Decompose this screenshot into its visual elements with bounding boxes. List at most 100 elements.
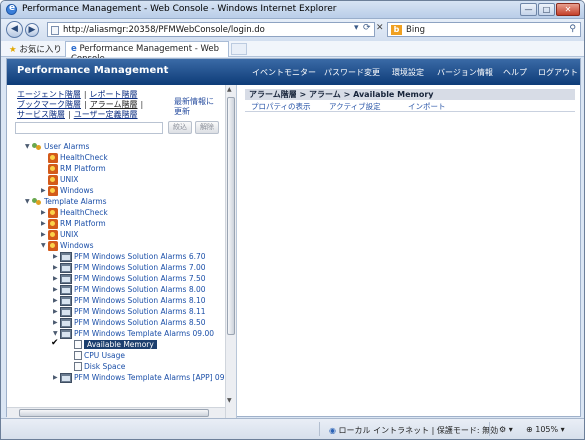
hscroll-thumb[interactable] <box>19 409 209 417</box>
search-input[interactable]: b Bing ⚲ <box>387 22 581 37</box>
expand-arrow-icon[interactable]: ▶ <box>53 273 60 284</box>
tree-node[interactable]: Available Memory <box>65 339 157 350</box>
tree-node[interactable]: HealthCheck <box>41 152 108 163</box>
search-value: Bing <box>406 25 425 35</box>
link-alarm-hierarchy[interactable]: アラーム階層 <box>90 100 138 109</box>
horizontal-scrollbar[interactable] <box>7 407 225 418</box>
tree-node[interactable]: ▶ PFM Windows Solution Alarms 8.00 <box>53 284 206 295</box>
close-button[interactable]: ✕ <box>556 3 580 16</box>
favorites-label: お気に入り <box>19 45 62 55</box>
dropdown-icon[interactable]: ▾ <box>354 23 359 33</box>
app-header: Performance Management イベントモニター パスワード変更 … <box>7 59 580 85</box>
menu-settings[interactable]: 環境設定 <box>392 67 424 78</box>
collapse-arrow-icon[interactable]: ▼ <box>25 141 32 152</box>
tree-node-label: PFM Windows Solution Alarms 8.10 <box>74 296 206 305</box>
new-tab-button[interactable] <box>231 43 247 55</box>
tree-node[interactable]: ▼ Windows <box>41 240 93 251</box>
collapse-arrow-icon[interactable]: ▼ <box>25 196 32 207</box>
tab-active-settings[interactable]: アクティブ設定 <box>329 101 381 112</box>
link-user-defined-hierarchy[interactable]: ユーザー定義階層 <box>74 110 138 119</box>
stop-icon[interactable]: ✕ <box>376 23 384 33</box>
link-agent-hierarchy[interactable]: エージェント階層 <box>17 90 81 99</box>
expand-arrow-icon[interactable]: ▶ <box>41 185 48 196</box>
expand-arrow-icon[interactable]: ▶ <box>53 284 60 295</box>
protected-mode-icon[interactable]: ⚙ ▾ <box>499 425 513 434</box>
collapse-arrow-icon[interactable]: ▼ <box>41 240 48 251</box>
tree-node-label: RM Platform <box>60 164 106 173</box>
expand-arrow-icon[interactable]: ▶ <box>53 317 60 328</box>
alarm-bell-icon <box>48 208 58 218</box>
tree-node[interactable]: ▼ User Alarms <box>25 141 89 152</box>
zone-text: ◉ ローカル イントラネット | 保護モード: 無効 <box>329 425 498 436</box>
search-icon[interactable]: ⚲ <box>569 24 576 34</box>
expand-arrow-icon[interactable]: ▶ <box>53 372 60 383</box>
tree-node[interactable]: UNIX <box>41 174 78 185</box>
maximize-button[interactable]: □ <box>538 3 555 16</box>
tab-import[interactable]: インポート <box>408 101 446 112</box>
web-page: Performance Management イベントモニター パスワード変更 … <box>6 58 581 418</box>
tree-node-label: PFM Windows Solution Alarms 8.50 <box>74 318 206 327</box>
tab-show-properties[interactable]: プロパティの表示 <box>251 101 311 112</box>
tab-ie-icon: e <box>71 44 77 54</box>
tree-node[interactable]: ▶ RM Platform <box>41 218 106 229</box>
browser-window: Performance Management - Web Console - W… <box>0 0 585 440</box>
tree-node-label: UNIX <box>60 230 79 239</box>
tree-node[interactable]: ▶ Windows <box>41 185 93 196</box>
filter-input[interactable] <box>15 122 163 134</box>
zoom-control[interactable]: ⊕ 105% ▾ <box>526 425 565 434</box>
clear-button[interactable]: 解除 <box>195 121 219 134</box>
minimize-button[interactable]: — <box>520 3 537 16</box>
tree-node-label: RM Platform <box>60 219 106 228</box>
expand-arrow-icon[interactable]: ▶ <box>53 262 60 273</box>
browser-tab[interactable]: e Performance Management - Web Console <box>65 41 229 64</box>
scroll-thumb[interactable] <box>227 97 235 335</box>
favorites-button[interactable]: ★ お気に入り <box>9 43 62 55</box>
tree-node[interactable]: RM Platform <box>41 163 106 174</box>
tree-node-label: PFM Windows Solution Alarms 8.00 <box>74 285 206 294</box>
link-service-hierarchy[interactable]: サービス階層 <box>17 110 65 119</box>
tree-node[interactable]: ▶ PFM Windows Solution Alarms 7.50 <box>53 273 206 284</box>
expand-arrow-icon[interactable]: ▶ <box>53 251 60 262</box>
tree-node[interactable]: CPU Usage <box>65 350 125 361</box>
menu-event-monitor[interactable]: イベントモニター <box>252 67 316 78</box>
tree-node[interactable]: ▶ PFM Windows Template Alarms [APP] 09 <box>53 372 224 383</box>
tree-node-label: Windows <box>60 241 94 250</box>
link-bookmark-hierarchy[interactable]: ブックマーク階層 <box>17 100 81 109</box>
menu-logout[interactable]: ログアウト <box>538 67 578 78</box>
menu-help[interactable]: ヘルプ <box>503 67 527 78</box>
back-arrow-icon[interactable]: ◀ <box>6 21 23 38</box>
expand-arrow-icon[interactable]: ▶ <box>41 207 48 218</box>
tree-node[interactable]: ▶ HealthCheck <box>41 207 108 218</box>
menu-change-password[interactable]: パスワード変更 <box>324 67 380 78</box>
alarm-bell-icon <box>48 153 58 163</box>
alarm-table-icon <box>60 318 72 328</box>
tree-node[interactable]: ▶ PFM Windows Solution Alarms 6.70 <box>53 251 206 262</box>
narrow-button[interactable]: 絞込 <box>168 121 192 134</box>
alarm-doc-icon <box>74 362 82 371</box>
vertical-scrollbar[interactable]: ▲ ▼ <box>225 85 236 418</box>
scroll-down-icon[interactable]: ▼ <box>227 397 232 404</box>
check-icon: ✔ <box>51 338 59 348</box>
menu-version[interactable]: バージョン情報 <box>437 67 493 78</box>
forward-arrow-icon[interactable]: ▶ <box>25 23 39 37</box>
tree-node[interactable]: ▶ PFM Windows Solution Alarms 8.10 <box>53 295 206 306</box>
expand-arrow-icon[interactable]: ▶ <box>53 306 60 317</box>
tree-node[interactable]: ▼ PFM Windows Template Alarms 09.00 <box>53 328 214 339</box>
expand-arrow-icon[interactable]: ▶ <box>53 295 60 306</box>
address-input[interactable]: http://aliasmgr:20358/PFMWebConsole/logi… <box>47 22 375 37</box>
tree-node-label: PFM Windows Solution Alarms 6.70 <box>74 252 206 261</box>
tree-node[interactable]: ▶ UNIX <box>41 229 78 240</box>
tree-node[interactable]: ▼ Template Alarms <box>25 196 107 207</box>
expand-arrow-icon[interactable]: ▶ <box>41 229 48 240</box>
expand-arrow-icon[interactable]: ▶ <box>41 218 48 229</box>
tree-node[interactable]: ▶ PFM Windows Solution Alarms 8.11 <box>53 306 206 317</box>
link-report-hierarchy[interactable]: レポート階層 <box>90 90 138 99</box>
alarm-table-icon <box>60 296 72 306</box>
scroll-up-icon[interactable]: ▲ <box>227 86 232 93</box>
tree-node[interactable]: ▶ PFM Windows Solution Alarms 7.00 <box>53 262 206 273</box>
alarm-table-icon <box>60 274 72 284</box>
tree-node[interactable]: Disk Space <box>65 361 125 372</box>
refresh-link[interactable]: 最新情報に更新 <box>174 97 217 117</box>
refresh-icon[interactable]: ⟳ <box>363 23 371 33</box>
tree-node[interactable]: ▶ PFM Windows Solution Alarms 8.50 <box>53 317 206 328</box>
